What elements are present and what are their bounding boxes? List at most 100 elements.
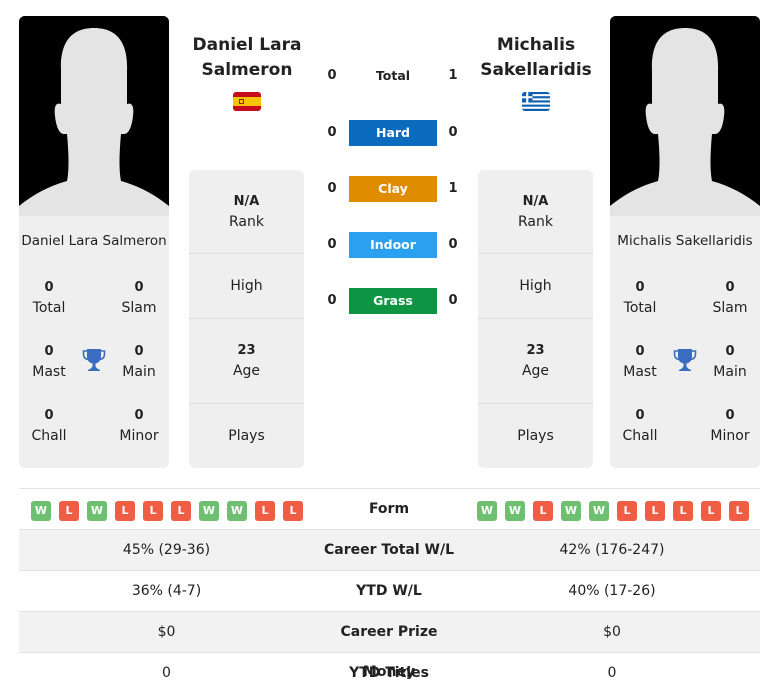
stat-value: 0 <box>44 280 54 295</box>
surface-grass-badge[interactable]: Grass <box>349 288 437 314</box>
form-loss-badge[interactable]: L <box>255 501 275 521</box>
player1-career-prize-money: $0 <box>157 624 176 640</box>
h2h-hard-row: 0 Hard 0 <box>320 120 465 146</box>
player2-age: 23 Age <box>478 319 593 404</box>
h2h-indoor-p2: 0 <box>448 237 458 252</box>
form-loss-badge[interactable]: L <box>645 501 665 521</box>
player1-stat-chall: 0 Chall <box>19 406 79 446</box>
rank-label: Rank <box>518 214 553 230</box>
career-prize-money-label: Career Prize Money <box>340 624 438 680</box>
player1-ytd-wl: 36% (4-7) <box>131 583 202 599</box>
player1-card: Daniel Lara Salmeron 0 Total 0 Slam 0 Ma… <box>19 16 169 468</box>
player1-ytd-titles: 0 <box>162 665 171 681</box>
stat-value: 0 <box>134 280 144 295</box>
career-total-wl-row: 45% (29-36) Career Total W/L 42% (176-24… <box>19 530 760 571</box>
player2-high: High <box>478 254 593 319</box>
h2h-clay-row: 0 Clay 1 <box>320 176 465 202</box>
h2h-hard-p2: 0 <box>448 125 458 140</box>
form-win-badge[interactable]: W <box>561 501 581 521</box>
player2-ytd-wl: 40% (17-26) <box>568 583 656 599</box>
player1-career-total-wl: 45% (29-36) <box>122 542 211 558</box>
player1-stat-main: 0 Main <box>109 342 169 382</box>
ytd-titles-label: YTD Titles <box>349 665 429 681</box>
player2-title[interactable]: Michalis Sakellaridis <box>461 33 611 83</box>
player2-rank: N/A Rank <box>478 170 593 254</box>
stat-value: 0 <box>134 408 144 423</box>
age-label: Age <box>521 363 550 379</box>
form-loss-badge[interactable]: L <box>729 501 749 521</box>
player2-stat-mast: 0 Mast <box>610 342 670 382</box>
player1-photo[interactable] <box>19 16 169 216</box>
player1-title[interactable]: Daniel Lara Salmeron <box>172 33 322 83</box>
form-loss-badge[interactable]: L <box>701 501 721 521</box>
player1-form: WLWLLLWWLL <box>31 501 303 521</box>
stat-value: 0 <box>635 280 645 295</box>
player2-photo[interactable] <box>610 16 760 216</box>
plays-label: Plays <box>228 428 265 444</box>
h2h-total-p2: 1 <box>448 68 458 83</box>
player1-age: 23 Age <box>189 319 304 404</box>
form-loss-badge[interactable]: L <box>617 501 637 521</box>
stat-label: Total <box>32 300 66 316</box>
player1-stat-mast: 0 Mast <box>19 342 79 382</box>
stat-label: Main <box>713 364 747 380</box>
h2h-total-label: Total <box>375 68 411 83</box>
player2-stat-chall: 0 Chall <box>610 406 670 446</box>
player2-stat-minor: 0 Minor <box>700 406 760 446</box>
stat-value: 0 <box>725 408 735 423</box>
player2-card: Michalis Sakellaridis 0 Total 0 Slam 0 M… <box>610 16 760 468</box>
surface-hard-badge[interactable]: Hard <box>349 120 437 146</box>
h2h-clay-p1: 0 <box>327 181 337 196</box>
player1-title-line2: Salmeron <box>201 60 293 80</box>
form-loss-badge[interactable]: L <box>115 501 135 521</box>
form-win-badge[interactable]: W <box>87 501 107 521</box>
player2-stat-slam: 0 Slam <box>700 278 760 318</box>
form-win-badge[interactable]: W <box>477 501 497 521</box>
h2h-total-row: 0 Total 1 <box>320 63 465 89</box>
trophy-icon <box>673 349 697 371</box>
form-loss-badge[interactable]: L <box>673 501 693 521</box>
stat-value: 0 <box>44 408 54 423</box>
player2-title-line2: Sakellaridis <box>480 60 592 80</box>
career-prize-money-row: $0 Career Prize Money $0 <box>19 612 760 680</box>
form-loss-badge[interactable]: L <box>59 501 79 521</box>
high-label: High <box>519 278 552 294</box>
player2-career-prize-money: $0 <box>603 624 621 640</box>
player1-title-line1: Daniel Lara <box>192 35 302 55</box>
h2h-total-p1: 0 <box>327 68 337 83</box>
stat-label: Chall <box>31 428 67 444</box>
ytd-wl-label: YTD W/L <box>356 583 422 599</box>
comparison-table: WLWLLLWWLL Form WWLWWLLLLL 45% (29-36) C… <box>19 488 760 694</box>
trophy-icon <box>82 349 106 371</box>
silhouette-icon <box>19 16 169 216</box>
form-win-badge[interactable]: W <box>31 501 51 521</box>
stat-label: Minor <box>710 428 750 444</box>
surface-indoor-badge[interactable]: Indoor <box>349 232 437 258</box>
form-row: WLWLLLWWLL Form WWLWWLLLLL <box>19 489 760 530</box>
form-win-badge[interactable]: W <box>199 501 219 521</box>
form-label: Form <box>368 501 410 517</box>
stat-value: 0 <box>725 344 735 359</box>
player1-rank: N/A Rank <box>189 170 304 254</box>
surface-clay-badge[interactable]: Clay <box>349 176 437 202</box>
form-loss-badge[interactable]: L <box>143 501 163 521</box>
ytd-wl-row: 36% (4-7) YTD W/L 40% (17-26) <box>19 571 760 612</box>
h2h-indoor-p1: 0 <box>327 237 337 252</box>
player2-form: WWLWWLLLLL <box>477 501 749 521</box>
form-win-badge[interactable]: W <box>227 501 247 521</box>
stat-label: Mast <box>623 364 657 380</box>
h2h-clay-p2: 1 <box>448 181 458 196</box>
player2-stat-total: 0 Total <box>610 278 670 318</box>
form-loss-badge[interactable]: L <box>533 501 553 521</box>
player1-stat-slam: 0 Slam <box>109 278 169 318</box>
h2h-grass-row: 0 Grass 0 <box>320 288 465 314</box>
player2-stat-main: 0 Main <box>700 342 760 382</box>
player2-card-name: Michalis Sakellaridis <box>617 233 753 249</box>
stat-value: 0 <box>635 344 645 359</box>
form-win-badge[interactable]: W <box>589 501 609 521</box>
player2-title-line1: Michalis <box>496 35 576 55</box>
rank-label: Rank <box>229 214 264 230</box>
form-loss-badge[interactable]: L <box>283 501 303 521</box>
form-loss-badge[interactable]: L <box>171 501 191 521</box>
form-win-badge[interactable]: W <box>505 501 525 521</box>
